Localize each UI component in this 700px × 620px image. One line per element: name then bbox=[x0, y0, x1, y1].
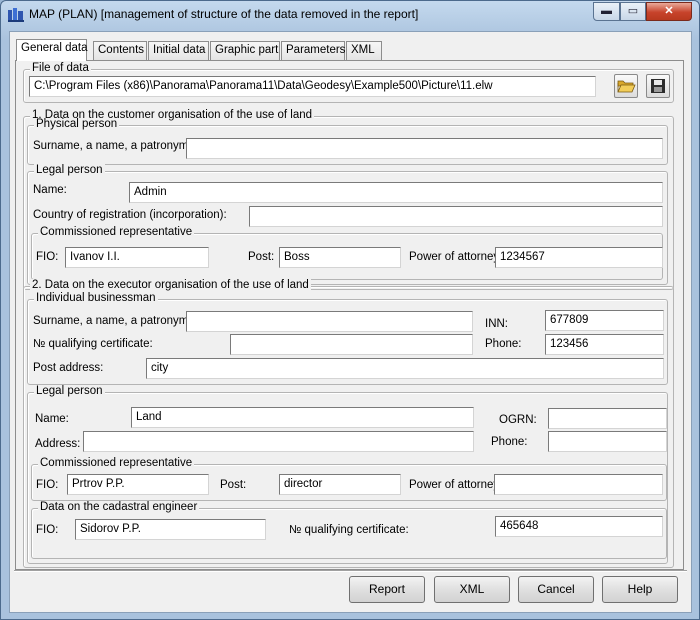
executor-legal-group: Legal person Name: Land OGRN: Address: P… bbox=[27, 385, 668, 564]
tab-xml[interactable]: XML bbox=[346, 41, 382, 60]
minimize-button[interactable]: ▬ bbox=[593, 2, 620, 21]
dialog-client-area: General data Contents Initial data Graph… bbox=[9, 31, 692, 613]
main-window: MAP (PLAN) [management of structure of t… bbox=[0, 0, 700, 620]
engineer-fio-field[interactable]: Sidorov P.P. bbox=[75, 519, 266, 540]
customer-rep-poa-field[interactable]: 1234567 bbox=[495, 247, 663, 268]
executor-individual-group: Individual businessman Surname, a name, … bbox=[27, 292, 668, 385]
title-bar: MAP (PLAN) [management of structure of t… bbox=[1, 1, 699, 29]
footer-divider bbox=[14, 570, 687, 572]
folder-open-icon bbox=[617, 80, 636, 93]
executor-ogrn-field[interactable] bbox=[548, 408, 667, 429]
executor-legal-name-field[interactable]: Land bbox=[131, 407, 474, 428]
close-button[interactable]: ✕ bbox=[646, 2, 692, 21]
tab-initial-data[interactable]: Initial data bbox=[148, 41, 209, 60]
executor-address-label: Post address: bbox=[33, 362, 104, 374]
executor-section-legend: 2. Data on the executor organisation of … bbox=[30, 279, 311, 291]
customer-physical-name-label: Surname, a name, a patronymic: bbox=[33, 140, 200, 152]
xml-button[interactable]: XML bbox=[434, 576, 510, 603]
executor-address-field[interactable]: city bbox=[146, 358, 664, 379]
executor-legal-name-label: Name: bbox=[35, 413, 69, 425]
executor-legal-phone-label: Phone: bbox=[491, 436, 528, 448]
executor-legal-phone-field[interactable] bbox=[548, 431, 667, 452]
executor-ogrn-label: OGRN: bbox=[499, 414, 537, 426]
engineer-fio-label: FIO: bbox=[36, 524, 59, 536]
customer-physical-legend: Physical person bbox=[34, 118, 120, 130]
executor-individual-name-label: Surname, a name, a patronymic: bbox=[33, 315, 200, 327]
executor-phone-field[interactable]: 123456 bbox=[545, 334, 664, 355]
report-button[interactable]: Report bbox=[349, 576, 425, 603]
customer-rep-fio-field[interactable]: Ivanov I.I. bbox=[65, 247, 209, 268]
customer-legal-legend: Legal person bbox=[34, 164, 105, 176]
executor-rep-post-label: Post: bbox=[220, 479, 247, 491]
tab-parameters[interactable]: Parameters bbox=[281, 41, 345, 60]
cadastral-engineer-legend: Data on the cadastral engineer bbox=[38, 501, 200, 513]
map-app-icon bbox=[8, 8, 24, 22]
executor-section: 2. Data on the executor organisation of … bbox=[23, 279, 674, 568]
customer-rep-post-field[interactable]: Boss bbox=[279, 247, 401, 268]
cancel-button[interactable]: Cancel bbox=[518, 576, 594, 603]
customer-country-field[interactable] bbox=[249, 206, 663, 227]
cadastral-engineer-group: Data on the cadastral engineer FIO: Sido… bbox=[31, 501, 667, 559]
customer-section: 1. Data on the customer organisation of … bbox=[23, 109, 674, 290]
executor-cert-label: № qualifying certificate: bbox=[33, 338, 153, 350]
customer-physical-name-field[interactable] bbox=[186, 138, 663, 159]
executor-rep-legend: Commissioned representative bbox=[38, 457, 195, 469]
customer-rep-post-label: Post: bbox=[248, 251, 275, 263]
general-data-panel: File of data C:\Program Files (x86)\Pano… bbox=[15, 60, 684, 570]
file-path-field[interactable]: C:\Program Files (x86)\Panorama\Panorama… bbox=[29, 76, 596, 97]
engineer-cert-field[interactable]: 465648 bbox=[495, 516, 663, 537]
executor-individual-legend: Individual businessman bbox=[34, 292, 158, 304]
floppy-disk-icon bbox=[651, 79, 665, 93]
executor-rep-post-field[interactable]: director bbox=[279, 474, 401, 495]
file-of-data-legend: File of data bbox=[30, 62, 91, 74]
executor-cert-field[interactable] bbox=[230, 334, 473, 355]
customer-country-label: Country of registration (incorporation): bbox=[33, 209, 227, 221]
tab-contents[interactable]: Contents bbox=[93, 41, 147, 60]
customer-rep-fio-label: FIO: bbox=[36, 251, 59, 263]
open-file-button[interactable] bbox=[614, 74, 638, 98]
executor-inn-label: INN: bbox=[485, 318, 508, 330]
executor-individual-name-field[interactable] bbox=[186, 311, 473, 332]
customer-legal-name-label: Name: bbox=[33, 184, 67, 196]
executor-rep-fio-field[interactable]: Prtrov P.P. bbox=[67, 474, 209, 495]
executor-rep-group: Commissioned representative FIO: Prtrov … bbox=[31, 457, 667, 501]
customer-legal-group: Legal person Name: Admin Country of regi… bbox=[27, 164, 668, 285]
executor-rep-fio-label: FIO: bbox=[36, 479, 59, 491]
tab-graphic-part[interactable]: Graphic part bbox=[210, 41, 280, 60]
customer-physical-group: Physical person Surname, a name, a patro… bbox=[27, 118, 668, 165]
executor-legal-address-field[interactable] bbox=[83, 431, 474, 452]
maximize-button[interactable]: ▭ bbox=[620, 2, 646, 21]
help-button[interactable]: Help bbox=[602, 576, 678, 603]
window-title: MAP (PLAN) [management of structure of t… bbox=[29, 7, 419, 21]
executor-inn-field[interactable]: 677809 bbox=[545, 310, 664, 331]
customer-rep-group: Commissioned representative FIO: Ivanov … bbox=[31, 226, 663, 280]
engineer-cert-label: № qualifying certificate: bbox=[289, 524, 409, 536]
executor-rep-poa-field[interactable] bbox=[494, 474, 663, 495]
executor-rep-poa-label: Power of attorney bbox=[409, 479, 500, 491]
executor-phone-label: Phone: bbox=[485, 338, 522, 350]
customer-rep-legend: Commissioned representative bbox=[38, 226, 195, 238]
file-of-data-group: File of data C:\Program Files (x86)\Pano… bbox=[23, 62, 674, 103]
save-file-button[interactable] bbox=[646, 74, 670, 98]
customer-legal-name-field[interactable]: Admin bbox=[129, 182, 663, 203]
customer-rep-poa-label: Power of attorney: bbox=[409, 251, 503, 263]
executor-legal-legend: Legal person bbox=[34, 385, 105, 397]
executor-legal-address-label: Address: bbox=[35, 438, 81, 450]
tab-general-data[interactable]: General data bbox=[16, 39, 88, 61]
